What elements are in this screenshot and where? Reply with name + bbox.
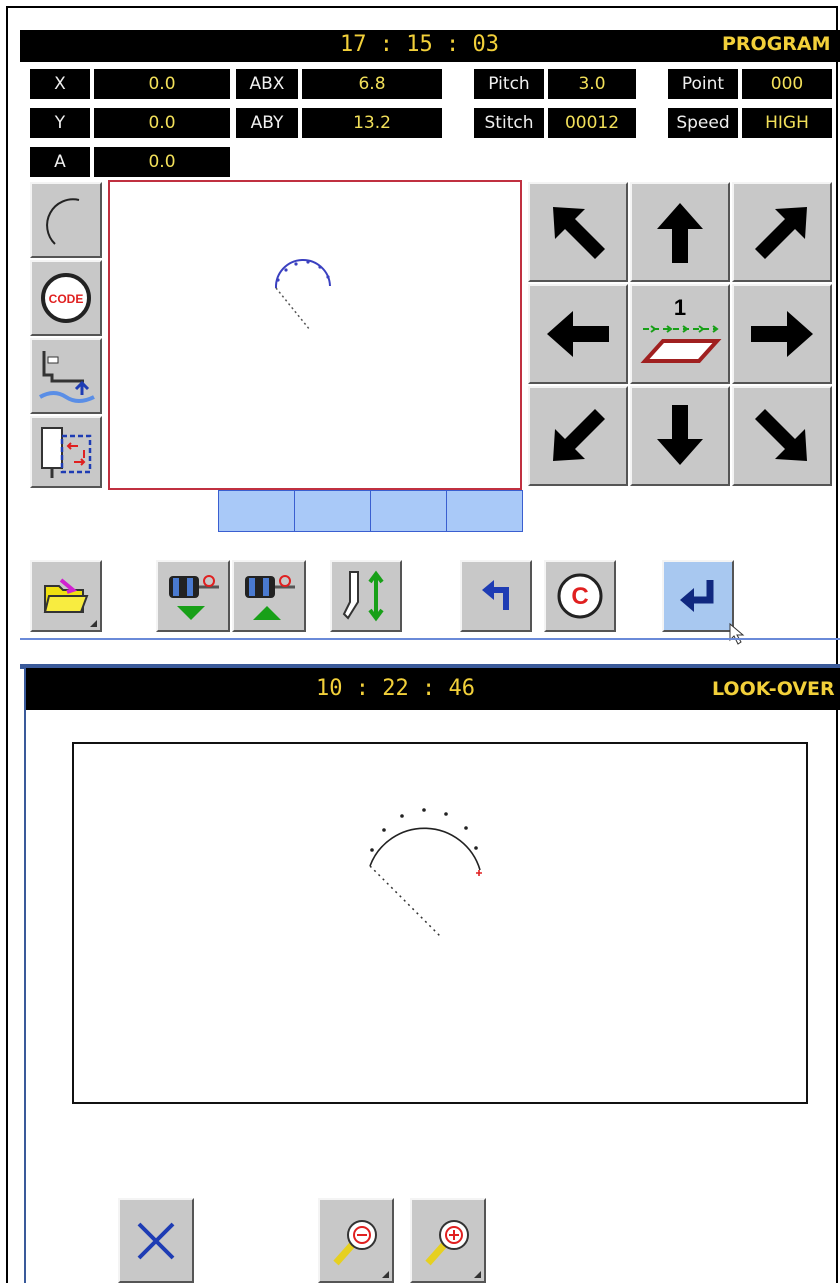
program-title-bar: 17 : 15 : 03 PROGRAM bbox=[20, 30, 840, 62]
jog-down-left-button[interactable] bbox=[528, 386, 628, 486]
jog-up-button[interactable] bbox=[630, 182, 730, 282]
arrow-up-right-icon bbox=[755, 207, 807, 259]
lookover-canvas[interactable] bbox=[72, 742, 808, 1104]
speed-label: Speed bbox=[668, 108, 738, 138]
presser-height-icon bbox=[342, 570, 384, 622]
svg-text:CODE: CODE bbox=[49, 292, 84, 306]
jog-up-left-button[interactable] bbox=[528, 182, 628, 282]
pitch-value: 3.0 bbox=[548, 69, 636, 99]
a-label: A bbox=[30, 147, 90, 177]
jog-up-right-button[interactable] bbox=[732, 182, 832, 282]
y-label: Y bbox=[30, 108, 90, 138]
arrow-up-left-icon bbox=[553, 207, 605, 259]
jog-down-right-button[interactable] bbox=[732, 386, 832, 486]
code-icon: CODE bbox=[41, 273, 91, 323]
lookover-stitch-preview bbox=[369, 808, 482, 939]
speed-value: HIGH bbox=[742, 108, 832, 138]
screen-separator bbox=[20, 638, 840, 640]
bobbin-down-button[interactable] bbox=[156, 560, 230, 632]
point-label: Point bbox=[668, 69, 738, 99]
jog-down-button[interactable] bbox=[630, 386, 730, 486]
presser-foot-icon bbox=[39, 351, 95, 403]
zoom-in-icon bbox=[425, 1219, 469, 1265]
mouse-cursor-icon bbox=[729, 622, 745, 645]
close-button[interactable] bbox=[118, 1198, 194, 1283]
x-label: X bbox=[30, 69, 90, 99]
close-icon bbox=[137, 1222, 175, 1259]
needle-position-icon bbox=[41, 427, 92, 478]
jog-step-button[interactable]: 1 bbox=[630, 284, 730, 384]
arrow-right-icon bbox=[751, 311, 813, 357]
stitch-value: 00012 bbox=[548, 108, 636, 138]
tab-2[interactable] bbox=[294, 490, 371, 532]
open-file-button[interactable] bbox=[30, 560, 102, 632]
mode-title: PROGRAM bbox=[722, 33, 831, 55]
tab-1[interactable] bbox=[218, 490, 295, 532]
arrow-down-right-icon bbox=[755, 409, 807, 461]
program-canvas[interactable] bbox=[108, 180, 522, 490]
svg-text:C: C bbox=[571, 583, 588, 610]
jog-left-button[interactable] bbox=[528, 284, 628, 384]
lookover-mode-title: LOOK-OVER bbox=[712, 678, 835, 700]
pitch-label: Pitch bbox=[474, 69, 544, 99]
zoom-out-button[interactable] bbox=[318, 1198, 394, 1283]
clear-button[interactable]: C bbox=[544, 560, 616, 632]
a-value: 0.0 bbox=[94, 147, 230, 177]
aby-label: ABY bbox=[236, 108, 298, 138]
stitch-preview bbox=[274, 259, 331, 331]
bobbin-up-icon bbox=[245, 575, 295, 620]
zoom-in-button[interactable] bbox=[410, 1198, 486, 1283]
undo-icon bbox=[482, 580, 509, 610]
arrow-down-left-icon bbox=[553, 409, 605, 461]
arc-button[interactable] bbox=[30, 182, 102, 258]
zoom-out-icon bbox=[333, 1219, 377, 1265]
tab-3[interactable] bbox=[370, 490, 447, 532]
bobbin-down-icon bbox=[169, 575, 219, 620]
y-value: 0.0 bbox=[94, 108, 230, 138]
stitch-label: Stitch bbox=[474, 108, 544, 138]
lookover-left-edge bbox=[24, 668, 26, 1283]
presser-height-button[interactable] bbox=[330, 560, 402, 632]
aby-value: 13.2 bbox=[302, 108, 442, 138]
svg-text:1: 1 bbox=[674, 295, 686, 320]
abx-value: 6.8 bbox=[302, 69, 442, 99]
needle-position-button[interactable] bbox=[30, 416, 102, 488]
jog-step-icon: 1 bbox=[640, 295, 722, 363]
arrow-left-icon bbox=[547, 311, 609, 357]
point-value: 000 bbox=[742, 69, 832, 99]
arc-icon bbox=[46, 198, 80, 245]
presser-foot-button[interactable] bbox=[30, 338, 102, 414]
clock-text: 17 : 15 : 03 bbox=[340, 32, 499, 57]
enter-icon bbox=[680, 580, 714, 612]
clear-icon: C bbox=[557, 573, 603, 619]
abx-label: ABX bbox=[236, 69, 298, 99]
x-value: 0.0 bbox=[94, 69, 230, 99]
tab-4[interactable] bbox=[446, 490, 523, 532]
arrow-down-icon bbox=[657, 405, 703, 465]
code-button[interactable]: CODE bbox=[30, 260, 102, 336]
undo-button[interactable] bbox=[460, 560, 532, 632]
folder-open-icon bbox=[43, 578, 89, 613]
lookover-title-bar: 10 : 22 : 46 LOOK-OVER bbox=[24, 668, 840, 710]
jog-right-button[interactable] bbox=[732, 284, 832, 384]
arrow-up-icon bbox=[657, 203, 703, 263]
enter-button[interactable] bbox=[662, 560, 734, 632]
lookover-clock-text: 10 : 22 : 46 bbox=[316, 676, 475, 701]
bobbin-up-button[interactable] bbox=[232, 560, 306, 632]
